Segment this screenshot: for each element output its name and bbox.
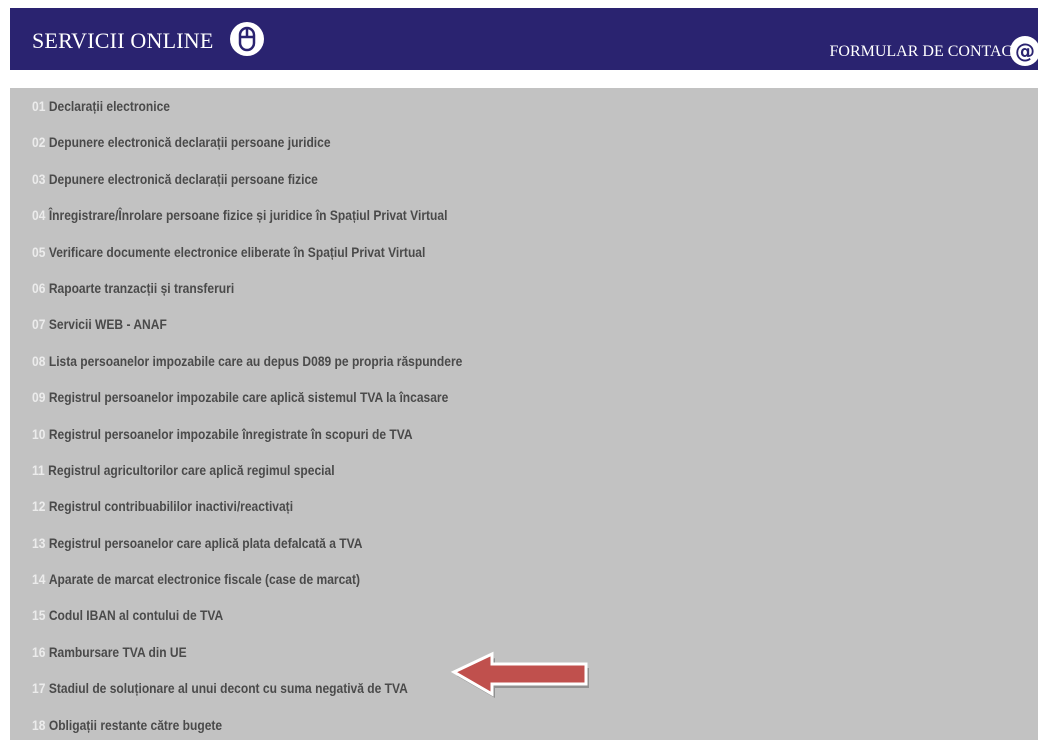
list-item: 01 Declarații electronice <box>32 96 462 132</box>
list-item: 11 Registrul agricultorilor care aplică r… <box>32 460 462 496</box>
service-link[interactable]: Registrul persoanelor impozabile care ap… <box>49 389 448 405</box>
item-number: 11 <box>32 461 45 478</box>
service-link[interactable]: Rapoarte tranzacții și transferuri <box>49 280 234 296</box>
services-panel: 01 Declarații electronice 02 Depunere elec… <box>10 88 1038 740</box>
list-item: 13 Registrul persoanelor care aplică plat… <box>32 533 462 569</box>
list-item: 09 Registrul persoanelor impozabile care … <box>32 387 462 423</box>
item-number: 15 <box>32 607 46 624</box>
item-number: 17 <box>32 680 46 697</box>
service-link[interactable]: Verificare documente electronice elibera… <box>49 244 426 260</box>
page-title: SERVICII ONLINE <box>32 28 214 53</box>
list-item: 15 Codul IBAN al contului de TVA <box>32 605 462 641</box>
item-number: 06 <box>32 279 46 296</box>
list-item: 02 Depunere electronică declarații persoa… <box>32 132 462 168</box>
service-link[interactable]: Depunere electronică declarații persoane… <box>49 171 318 187</box>
list-item: 10 Registrul persoanelor impozabile înreg… <box>32 424 462 460</box>
service-link[interactable]: Înregistrare/Înrolare persoane fizice și… <box>49 207 448 223</box>
item-number: 07 <box>32 316 46 333</box>
list-item: 08 Lista persoanelor impozabile care au d… <box>32 351 462 387</box>
item-number: 09 <box>32 389 46 406</box>
header-bar: SERVICII ONLINE FORMULAR DE CONTACT @ <box>10 8 1038 70</box>
contact-form-link[interactable]: FORMULAR DE CONTACT <box>829 42 1022 62</box>
service-link[interactable]: Lista persoanelor impozabile care au dep… <box>49 353 463 369</box>
service-link[interactable]: Aparate de marcat electronice fiscale (c… <box>49 571 360 587</box>
list-item: 05 Verificare documente electronice elibe… <box>32 242 462 278</box>
item-number: 14 <box>32 571 46 588</box>
item-number: 04 <box>32 207 46 224</box>
service-link[interactable]: Declarații electronice <box>49 98 170 114</box>
item-number: 16 <box>32 643 46 660</box>
service-link[interactable]: Rambursare TVA din UE <box>49 644 187 660</box>
item-number: 18 <box>32 716 46 733</box>
service-link[interactable]: Servicii WEB - ANAF <box>49 316 167 332</box>
list-item: 16 Rambursare TVA din UE <box>32 642 462 678</box>
list-item: 14 Aparate de marcat electronice fiscale … <box>32 569 462 605</box>
left-arrow-icon <box>450 651 589 698</box>
item-number: 05 <box>32 243 46 260</box>
item-number: 13 <box>32 534 46 551</box>
list-item: 18 Obligații restante către bugete <box>32 715 462 751</box>
list-item: 06 Rapoarte tranzacții și transferuri <box>32 278 462 314</box>
service-link[interactable]: Obligații restante către bugete <box>49 717 222 733</box>
item-number: 08 <box>32 352 46 369</box>
list-item: 03 Depunere electronică declarații persoa… <box>32 169 462 205</box>
service-link[interactable]: Registrul contribuabililor inactivi/reac… <box>49 498 293 514</box>
service-link[interactable]: Registrul agricultorilor care aplică reg… <box>48 462 334 478</box>
service-link[interactable]: Registrul persoanelor care aplică plata … <box>49 535 363 551</box>
mouse-icon <box>230 22 264 56</box>
list-item: 04 Înregistrare/Înrolare persoane fizice … <box>32 205 462 241</box>
item-number: 03 <box>32 170 46 187</box>
list-item: 12 Registrul contribuabililor inactivi/re… <box>32 496 462 532</box>
at-icon[interactable]: @ <box>1010 36 1038 66</box>
item-number: 12 <box>32 498 46 515</box>
item-number: 02 <box>32 134 46 151</box>
item-number: 10 <box>32 425 46 442</box>
service-link[interactable]: Depunere electronică declarații persoane… <box>49 134 331 150</box>
service-link[interactable]: Stadiul de soluționare al unui decont cu… <box>49 680 408 696</box>
list-item: 17 Stadiul de soluționare al unui decont … <box>32 678 462 714</box>
service-link[interactable]: Registrul persoanelor impozabile înregis… <box>49 426 413 442</box>
service-link[interactable]: Codul IBAN al contului de TVA <box>49 607 223 623</box>
item-number: 01 <box>32 98 46 114</box>
list-item: 07 Servicii WEB - ANAF <box>32 314 462 350</box>
